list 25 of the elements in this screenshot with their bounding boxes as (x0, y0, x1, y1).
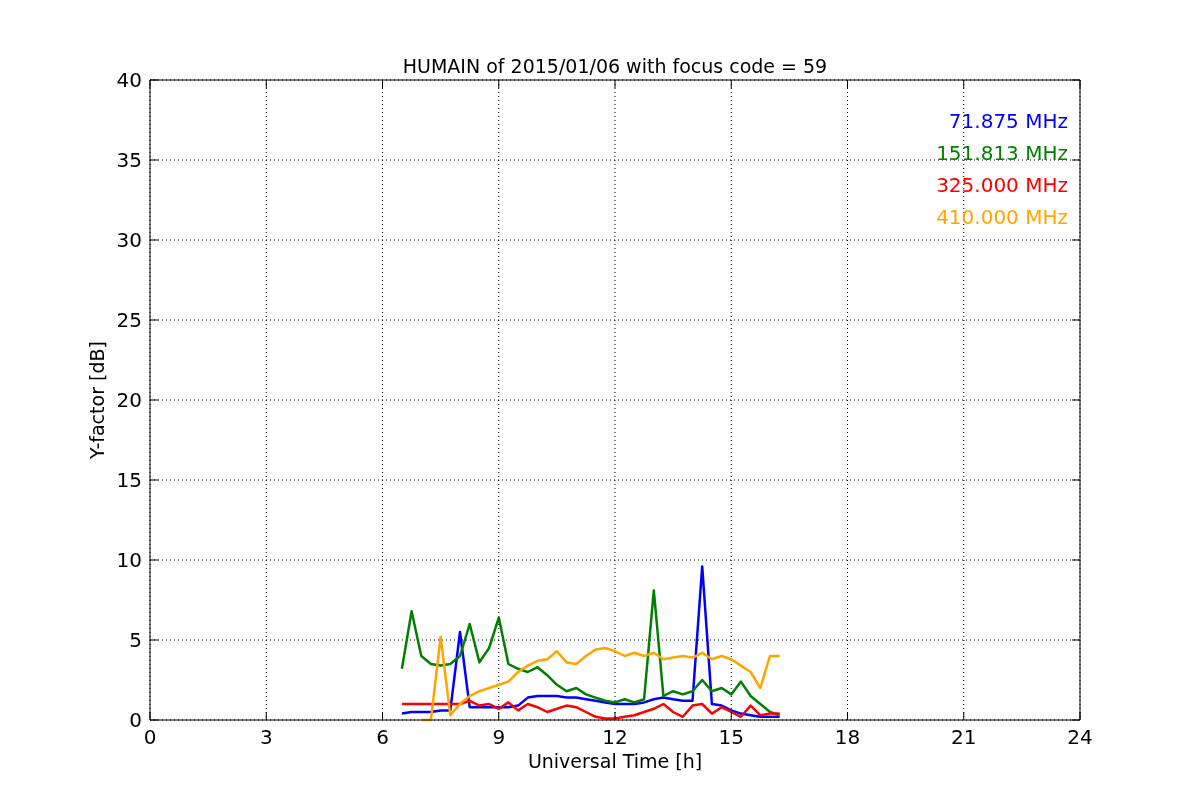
y-tick-label: 20 (116, 388, 142, 412)
x-tick-label: 15 (718, 725, 744, 749)
y-tick-label: 25 (116, 308, 142, 332)
y-tick-label: 15 (116, 468, 142, 492)
x-tick-label: 21 (951, 725, 977, 749)
y-tick-label: 5 (129, 628, 142, 652)
legend-label: 151.813 MHz (936, 141, 1068, 165)
x-tick-label: 24 (1067, 725, 1093, 749)
y-axis-label: Y-factor [dB] (86, 341, 108, 459)
x-tick-label: 0 (143, 725, 157, 749)
x-tick-label: 3 (259, 725, 273, 749)
x-tick-label: 9 (492, 725, 506, 749)
chart-title: HUMAIN of 2015/01/06 with focus code = 59 (402, 55, 828, 77)
legend-label: 410.000 MHz (936, 205, 1068, 229)
x-axis-label: Universal Time [h] (527, 750, 703, 772)
y-tick-label: 35 (116, 148, 142, 172)
y-tick-label: 40 (116, 68, 142, 92)
x-tick-label: 12 (602, 725, 628, 749)
x-tick-label: 6 (376, 725, 389, 749)
legend-label: 71.875 MHz (948, 109, 1068, 133)
legend-label: 325.000 MHz (936, 173, 1068, 197)
y-tick-label: 10 (116, 548, 142, 572)
y-tick-label: 30 (116, 228, 142, 252)
y-tick-label: 0 (129, 708, 142, 732)
x-tick-label: 18 (834, 725, 861, 749)
